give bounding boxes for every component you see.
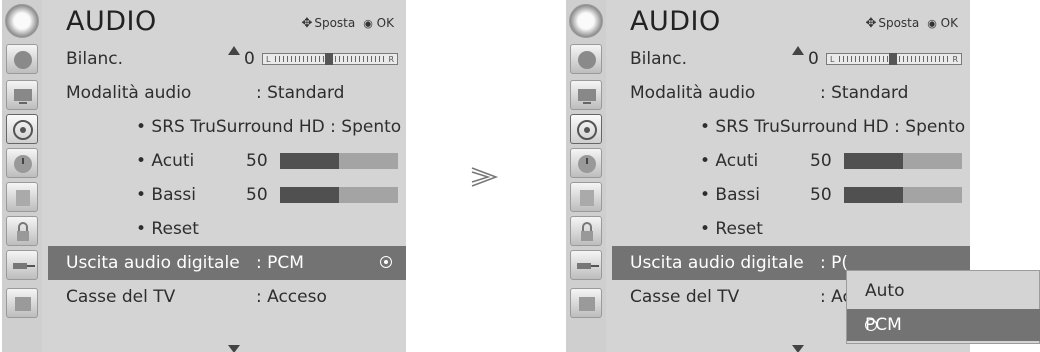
audio-icon[interactable] (570, 114, 602, 144)
treble-value: 50 (246, 151, 268, 171)
option-auto-label: Auto (865, 281, 905, 301)
option-icon[interactable] (6, 182, 38, 212)
treble-bar[interactable] (844, 153, 962, 169)
hint-move-label: Sposta (878, 16, 920, 30)
bass-bar-fill (280, 187, 339, 203)
menu-title: AUDIO (66, 6, 157, 37)
scroll-down-icon[interactable] (792, 345, 804, 352)
balance-knob[interactable] (889, 53, 897, 65)
row-digital-audio-out[interactable]: Uscita audio digitale : PCM (48, 246, 406, 280)
option-auto[interactable]: Auto (847, 275, 1040, 307)
input-cable-icon[interactable] (6, 250, 38, 280)
tv-speakers-label: Casse del TV (66, 287, 176, 307)
bass-bar[interactable] (844, 187, 962, 203)
selected-radio-icon (380, 256, 392, 268)
audio-icon[interactable] (6, 114, 38, 144)
row-reset[interactable]: • Reset (48, 212, 406, 246)
clock-icon[interactable] (6, 148, 38, 178)
usb-photo-icon[interactable] (6, 288, 38, 318)
selected-radio-icon (865, 319, 877, 331)
satellite-dish-icon[interactable] (6, 44, 38, 74)
tv-speakers-label: Casse del TV (630, 287, 740, 307)
ok-button-icon: ◉ (927, 17, 937, 30)
bass-label: • Bassi (136, 185, 196, 205)
balance-value: 0 (808, 49, 819, 69)
tv-speakers-value: : Acceso (256, 287, 327, 307)
row-balance[interactable]: Bilanc. 0 LR (612, 42, 970, 76)
balance-label: Bilanc. (66, 49, 124, 69)
treble-bar[interactable] (280, 153, 398, 169)
category-sidebar (566, 0, 606, 352)
audio-mode-label: Modalità audio (630, 83, 756, 103)
digital-audio-out-dropdown: Auto PCM (846, 270, 1040, 344)
digital-audio-out-label: Uscita audio digitale (630, 253, 804, 273)
monitor-icon[interactable] (6, 80, 38, 110)
audio-mode-value: : Standard (820, 83, 909, 103)
balance-label: Bilanc. (630, 49, 688, 69)
audio-mode-label: Modalità audio (66, 83, 192, 103)
balance-knob[interactable] (325, 53, 333, 65)
bass-bar[interactable] (280, 187, 398, 203)
next-step-arrow-icon (471, 167, 499, 187)
navigation-hint: ✥ Sposta ◉ OK (301, 16, 394, 31)
treble-bar-fill (280, 153, 339, 169)
option-icon[interactable] (570, 182, 602, 212)
hint-move-label: Sposta (314, 16, 356, 30)
menu-title: AUDIO (630, 6, 721, 37)
treble-value: 50 (810, 151, 832, 171)
row-reset[interactable]: • Reset (612, 212, 970, 246)
row-bass[interactable]: • Bassi 50 (48, 178, 406, 212)
row-audio-mode[interactable]: Modalità audio : Standard (612, 76, 970, 110)
row-treble[interactable]: • Acuti 50 (612, 144, 970, 178)
reset-label: • Reset (136, 219, 199, 239)
satellite-dish-icon[interactable] (570, 44, 602, 74)
input-cable-icon[interactable] (570, 250, 602, 280)
category-sidebar (2, 0, 42, 352)
audio-menu-logo-icon (5, 4, 39, 38)
bass-bar-fill (844, 187, 903, 203)
row-treble[interactable]: • Acuti 50 (48, 144, 406, 178)
row-balance[interactable]: Bilanc. 0 LR (48, 42, 406, 76)
row-tv-speakers[interactable]: Casse del TV : Acceso (48, 280, 406, 314)
clock-icon[interactable] (570, 148, 602, 178)
bass-value: 50 (810, 185, 832, 205)
audio-menu-before: AUDIO ✥ Sposta ◉ OK Bilanc. 0 LR Modalità … (2, 0, 406, 352)
treble-label: • Acuti (700, 151, 759, 171)
hint-ok-label: OK (376, 16, 394, 30)
audio-menu-logo-icon (569, 4, 603, 38)
row-bass[interactable]: • Bassi 50 (612, 178, 970, 212)
digital-audio-out-value: : PCM (256, 253, 304, 273)
balance-slider[interactable]: LR (826, 53, 962, 65)
hint-ok-label: OK (940, 16, 958, 30)
balance-value: 0 (244, 49, 255, 69)
srs-trusurround-label: • SRS TruSurround HD : Spento (700, 117, 966, 137)
digital-audio-out-label: Uscita audio digitale (66, 253, 240, 273)
audio-settings-list: Bilanc. 0 LR Modalità audio : Standard •… (48, 42, 406, 314)
lock-icon[interactable] (6, 216, 38, 246)
move-arrows-icon: ✥ (301, 16, 313, 31)
row-audio-mode[interactable]: Modalità audio : Standard (48, 76, 406, 110)
scroll-down-icon[interactable] (228, 345, 240, 352)
usb-photo-icon[interactable] (570, 288, 602, 318)
digital-audio-out-value-cropped: : P( (820, 253, 849, 273)
row-srs-trusurround[interactable]: • SRS TruSurround HD : Spento (612, 110, 970, 144)
balance-slider[interactable]: LR (262, 53, 398, 65)
treble-label: • Acuti (136, 151, 195, 171)
bass-value: 50 (246, 185, 268, 205)
treble-bar-fill (844, 153, 903, 169)
row-srs-trusurround[interactable]: • SRS TruSurround HD : Spento (48, 110, 406, 144)
reset-label: • Reset (700, 219, 763, 239)
lock-icon[interactable] (570, 216, 602, 246)
move-arrows-icon: ✥ (865, 16, 877, 31)
monitor-icon[interactable] (570, 80, 602, 110)
audio-mode-value: : Standard (256, 83, 345, 103)
bass-label: • Bassi (700, 185, 760, 205)
navigation-hint: ✥ Sposta ◉ OK (865, 16, 958, 31)
ok-button-icon: ◉ (363, 17, 373, 30)
option-pcm[interactable]: PCM (847, 309, 1040, 341)
srs-trusurround-label: • SRS TruSurround HD : Spento (136, 117, 402, 137)
